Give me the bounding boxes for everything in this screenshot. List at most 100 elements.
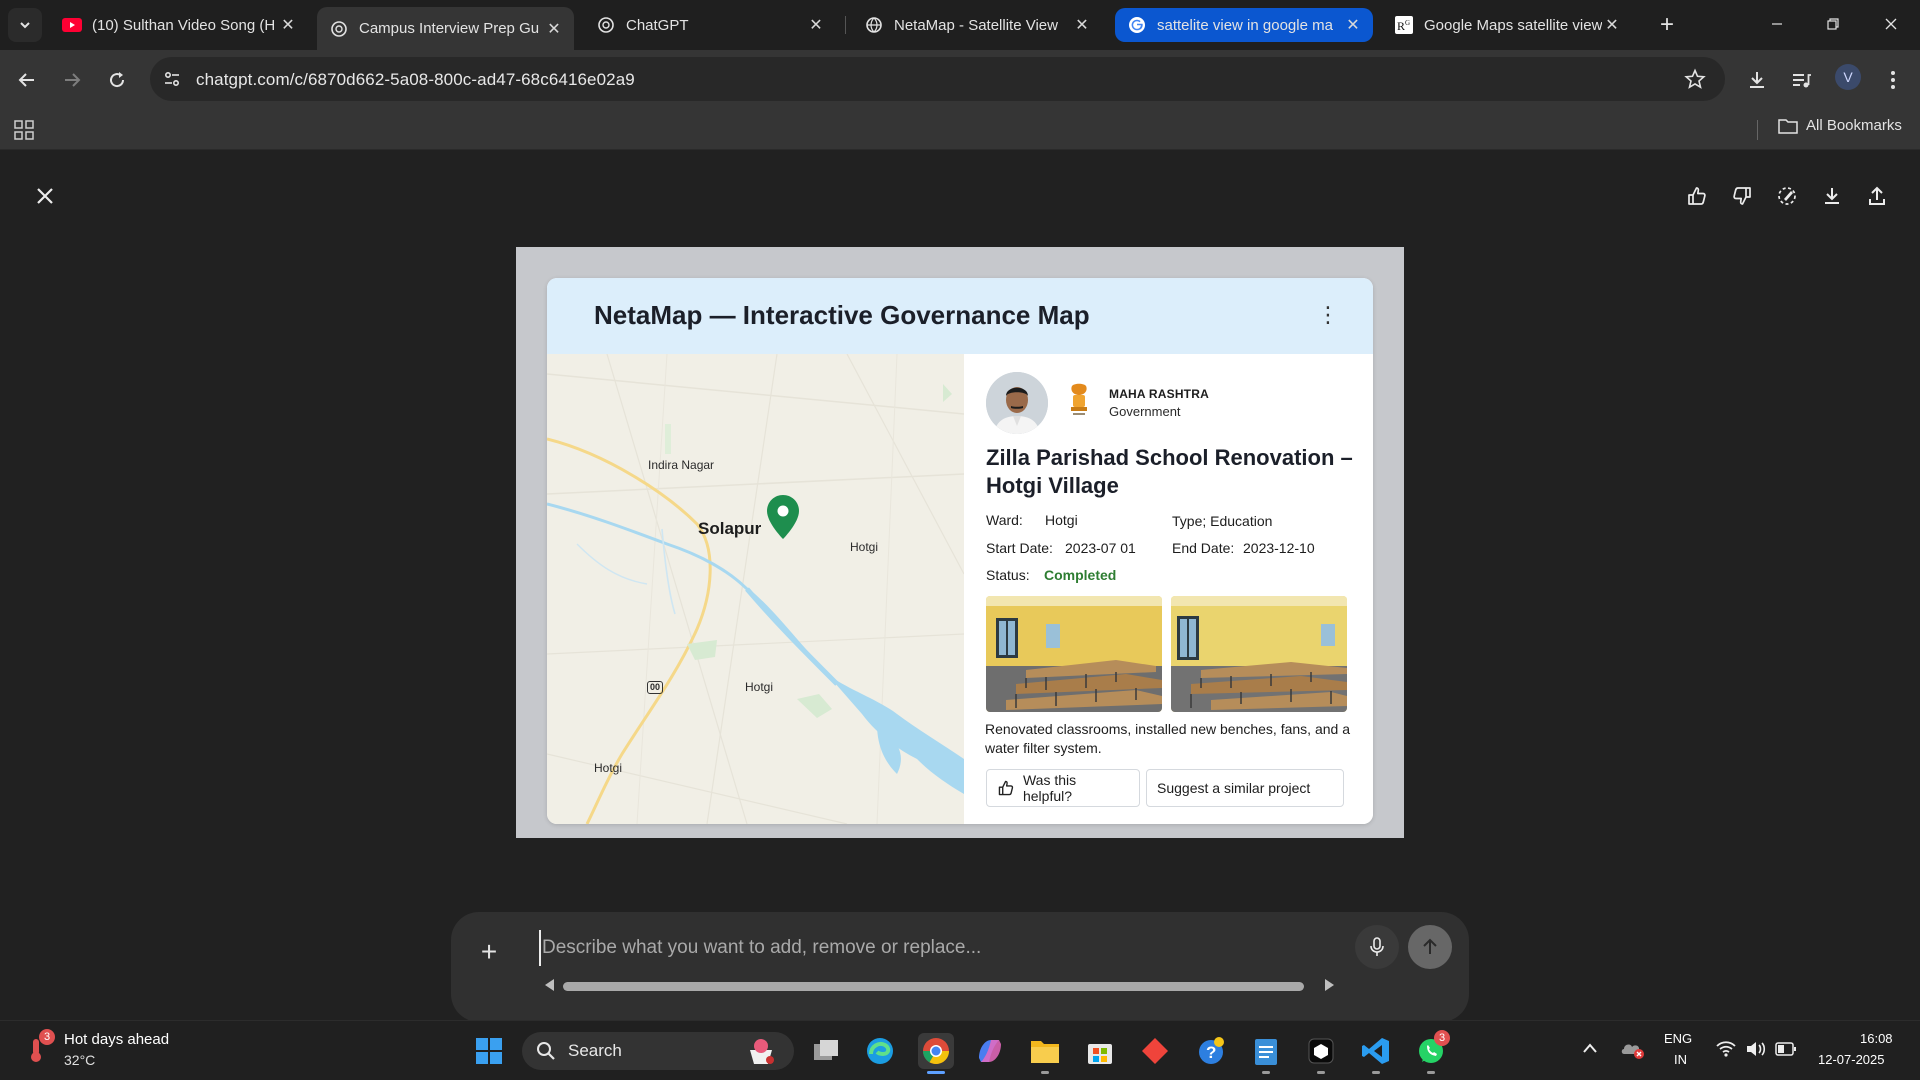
restore-icon <box>1827 18 1839 30</box>
helpful-button: Was this helpful? <box>986 769 1140 807</box>
end-date-label: End Date: <box>1172 540 1235 556</box>
all-bookmarks-button[interactable]: All Bookmarks <box>1778 117 1902 134</box>
wifi-icon[interactable] <box>1716 1041 1736 1062</box>
card-header: NetaMap — Interactive Governance Map ⋮ <box>547 278 1373 354</box>
arrow-left-icon <box>18 73 34 87</box>
weather-badge: 3 <box>39 1029 55 1045</box>
close-icon[interactable]: ✕ <box>1343 15 1363 35</box>
close-window-button[interactable] <box>1868 6 1914 42</box>
apps-grid-icon[interactable] <box>14 120 34 145</box>
tab-chatgpt[interactable]: ChatGPT ✕ <box>584 7 836 43</box>
clock-time[interactable]: 16:08 <box>1860 1031 1893 1046</box>
scroll-right-arrow[interactable] <box>1325 979 1334 991</box>
restore-button[interactable] <box>1810 6 1856 42</box>
language-indicator[interactable]: ENG <box>1664 1031 1692 1046</box>
profile-avatar[interactable]: V <box>1835 64 1861 90</box>
tab-search-button[interactable] <box>8 8 42 42</box>
running-indicator <box>1262 1071 1270 1074</box>
arrow-up-icon <box>1423 938 1437 954</box>
store-icon <box>1088 1044 1112 1064</box>
classroom-photo <box>986 596 1162 712</box>
chrome-button[interactable] <box>918 1033 954 1069</box>
close-icon[interactable]: ✕ <box>544 19 564 39</box>
file-explorer-button[interactable] <box>1027 1033 1063 1069</box>
voice-input-button[interactable] <box>1355 925 1399 969</box>
tab-title: sattelite view in google ma <box>1157 16 1333 34</box>
status-badge: Completed <box>1044 567 1117 583</box>
anydesk-button[interactable] <box>1137 1033 1173 1069</box>
task-view-button[interactable] <box>808 1033 844 1069</box>
notepad-button[interactable] <box>1248 1033 1284 1069</box>
site-settings-icon[interactable] <box>163 70 181 93</box>
close-icon[interactable]: ✕ <box>1072 15 1092 35</box>
map-pin <box>767 495 799 539</box>
copilot-button[interactable] <box>972 1033 1008 1069</box>
kebab-menu-icon <box>1891 71 1895 89</box>
chevron-down-icon <box>20 22 30 29</box>
browser-menu-button[interactable] <box>1876 63 1910 97</box>
scroll-left-arrow[interactable] <box>545 979 554 991</box>
windows-icon <box>476 1038 502 1064</box>
close-icon[interactable]: ✕ <box>278 15 298 35</box>
battery-icon[interactable] <box>1775 1042 1797 1061</box>
tab-google-maps-rg[interactable]: RG Google Maps satellite view ✕ <box>1382 7 1632 43</box>
microsoft-store-button[interactable] <box>1082 1033 1118 1069</box>
add-attachment-button[interactable]: + <box>469 932 509 972</box>
thumbs-up-button[interactable] <box>1680 179 1714 213</box>
rg-icon: RG <box>1394 15 1414 35</box>
tab-youtube[interactable]: (10) Sulthan Video Song (H ✕ <box>50 7 308 43</box>
tab-title: Google Maps satellite view <box>1424 16 1602 34</box>
generated-image[interactable]: NetaMap — Interactive Governance Map ⋮ I… <box>516 247 1404 838</box>
svg-text:?: ? <box>1206 1043 1216 1062</box>
new-tab-button[interactable]: + <box>1652 10 1682 40</box>
map-label-solapur: Solapur <box>698 519 762 538</box>
tab-netamap[interactable]: NetaMap - Satellite View ✕ <box>852 7 1102 43</box>
download-icon <box>1825 188 1839 204</box>
image-edit-view: NetaMap — Interactive Governance Map ⋮ I… <box>0 151 1920 1022</box>
dark-app-button[interactable] <box>1303 1033 1339 1069</box>
reload-icon <box>110 72 125 88</box>
send-button[interactable] <box>1408 925 1452 969</box>
forward-button[interactable] <box>55 63 89 97</box>
globe-icon <box>864 15 884 35</box>
whatsapp-badge: 3 <box>1434 1030 1450 1046</box>
bookmark-star-icon[interactable] <box>1684 68 1706 95</box>
running-indicator <box>1317 1071 1325 1074</box>
minimize-button[interactable] <box>1754 6 1800 42</box>
weather-title[interactable]: Hot days ahead <box>64 1031 169 1048</box>
share-icon <box>1869 186 1885 205</box>
address-bar[interactable]: chatgpt.com/c/6870d662-5a08-800c-ad47-68… <box>150 57 1725 101</box>
map-label-hotgi: Hotgi <box>745 680 774 694</box>
onedrive-status-icon[interactable] <box>1620 1038 1646 1065</box>
edge-button[interactable] <box>862 1033 898 1069</box>
chevron-up-icon <box>1583 1043 1597 1053</box>
get-help-button[interactable]: ? <box>1193 1033 1229 1069</box>
running-indicator <box>1041 1071 1049 1074</box>
windows-taskbar: 3 Hot days ahead 32°C Search ? 3 ENG IN … <box>0 1020 1920 1080</box>
active-indicator <box>927 1071 945 1074</box>
edit-prompt-input[interactable] <box>539 930 1344 966</box>
url-text[interactable]: chatgpt.com/c/6870d662-5a08-800c-ad47-68… <box>196 70 635 90</box>
back-button[interactable] <box>10 63 44 97</box>
close-icon <box>37 188 53 204</box>
downloads-button[interactable] <box>1740 63 1774 97</box>
reload-button[interactable] <box>100 63 134 97</box>
close-icon[interactable]: ✕ <box>1602 15 1622 35</box>
start-button[interactable] <box>471 1033 507 1069</box>
taskbar-search[interactable]: Search <box>522 1032 794 1070</box>
thumbs-down-button[interactable] <box>1725 179 1759 213</box>
close-icon[interactable]: ✕ <box>806 15 826 35</box>
media-controls-button[interactable] <box>1784 63 1818 97</box>
select-area-button[interactable] <box>1770 179 1804 213</box>
show-hidden-icons-button[interactable] <box>1582 1041 1598 1059</box>
download-image-button[interactable] <box>1815 179 1849 213</box>
volume-icon[interactable] <box>1746 1040 1768 1063</box>
running-indicator <box>1427 1071 1435 1074</box>
vscode-button[interactable] <box>1358 1033 1394 1069</box>
tab-google-search[interactable]: sattelite view in google ma ✕ <box>1115 8 1373 42</box>
share-button[interactable] <box>1860 179 1894 213</box>
tab-campus-interview[interactable]: Campus Interview Prep Gu ✕ <box>317 7 574 50</box>
horizontal-scrollbar[interactable] <box>563 982 1304 991</box>
close-preview-button[interactable] <box>28 179 62 213</box>
copilot-icon <box>979 1040 1001 1062</box>
